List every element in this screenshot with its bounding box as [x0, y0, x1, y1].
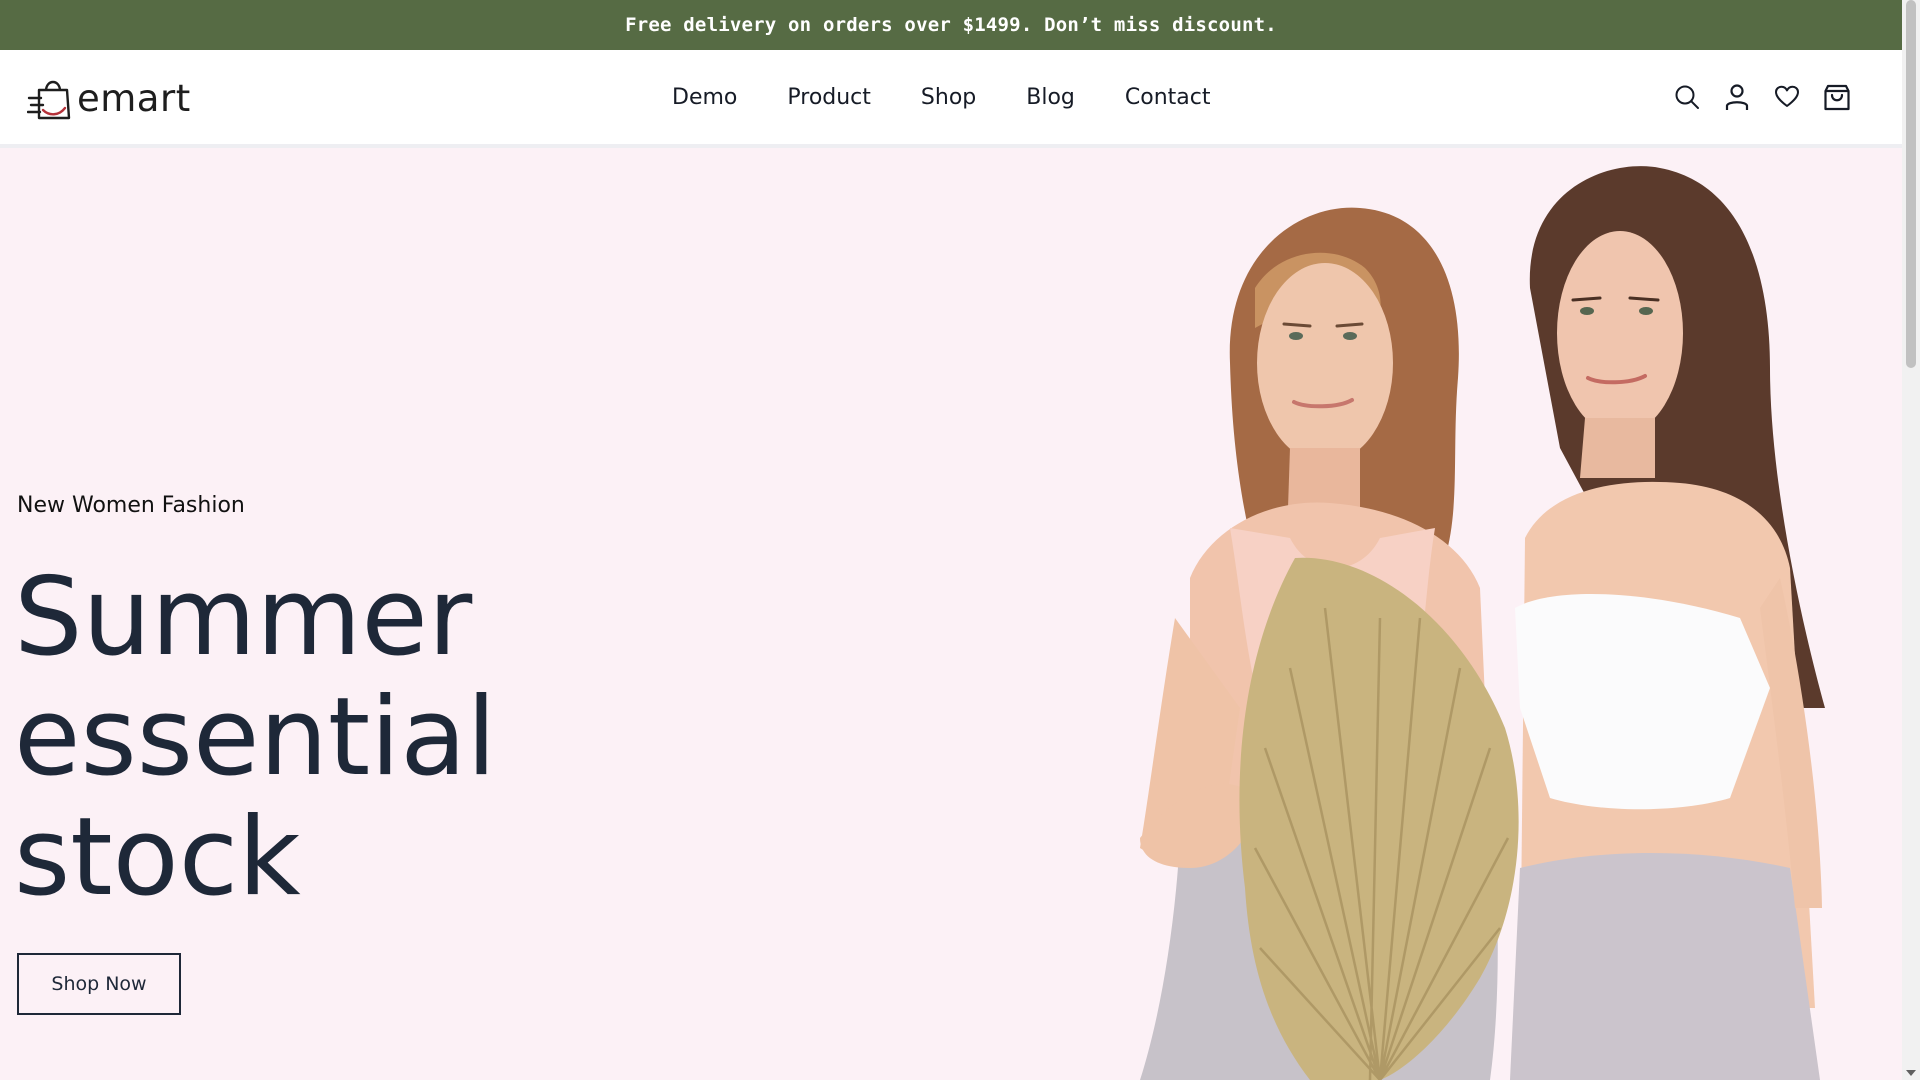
header-icons [1652, 50, 1852, 144]
nav-item-blog[interactable]: Blog [1026, 85, 1075, 110]
cart-icon [1824, 84, 1850, 111]
search-icon [1675, 85, 1699, 109]
page-scrollbar[interactable] [1902, 0, 1920, 1080]
hero-title-line: essential [14, 675, 497, 800]
hero-subtitle: New Women Fashion [17, 493, 245, 518]
scroll-down-arrow-icon[interactable] [1906, 1070, 1916, 1076]
user-icon [1725, 84, 1749, 110]
nav-item-shop[interactable]: Shop [921, 85, 976, 110]
cart-button[interactable] [1822, 82, 1852, 112]
promo-bar: Free delivery on orders over $1499. Don’… [0, 0, 1902, 50]
promo-text: Free delivery on orders over $1499. Don’… [625, 14, 1277, 36]
nav-item-contact[interactable]: Contact [1125, 85, 1211, 110]
scrollbar-thumb[interactable] [1906, 0, 1916, 368]
account-button[interactable] [1722, 82, 1752, 112]
search-button[interactable] [1672, 82, 1702, 112]
shop-now-button[interactable]: Shop Now [17, 953, 181, 1015]
hero-title: Summer essential stock [14, 558, 614, 918]
shopping-bag-logo-icon [27, 80, 71, 120]
wishlist-button[interactable] [1772, 82, 1802, 112]
nav-item-product[interactable]: Product [787, 85, 871, 110]
nav-item-demo[interactable]: Demo [672, 85, 737, 110]
logo-text: emart [77, 76, 191, 120]
heart-icon [1775, 85, 1799, 107]
main-nav: Demo Product Shop Blog Contact [672, 50, 1210, 144]
page: Free delivery on orders over $1499. Don’… [0, 0, 1902, 1080]
logo[interactable]: emart [27, 74, 191, 122]
hero-models-image [1140, 166, 1825, 1080]
right-model [1510, 166, 1825, 1080]
hero-banner: New Women Fashion Summer essential stock… [0, 148, 1902, 1080]
hero-title-line: stock [14, 795, 301, 920]
site-header: emart Demo Product Shop Blog Contact [0, 50, 1902, 148]
hero-title-line: Summer [14, 555, 473, 680]
